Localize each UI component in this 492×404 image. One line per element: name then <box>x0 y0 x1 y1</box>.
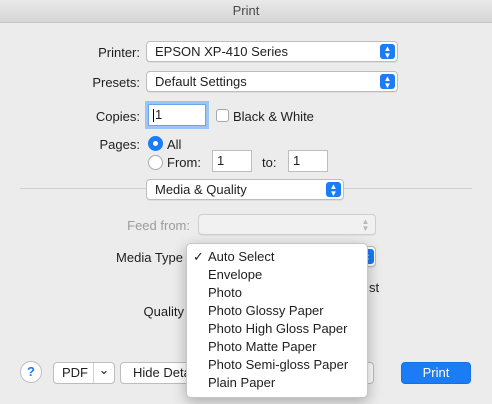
section-popup[interactable]: Media & Quality ▲ ▼ <box>146 179 344 200</box>
presets-popup[interactable]: Default Settings ▲ ▼ <box>146 71 398 92</box>
presets-value: Default Settings <box>155 74 247 89</box>
section-value: Media & Quality <box>155 182 247 197</box>
chevron-down-icon: ⌄ <box>93 363 114 383</box>
quality-label: Quality <box>143 304 184 319</box>
up-down-arrows-icon: ▲▼ <box>361 217 370 233</box>
pdf-menu-button[interactable]: PDF ⌄ <box>53 362 115 384</box>
media-type-option-photo-glossy[interactable]: Photo Glossy Paper <box>187 302 367 320</box>
print-quality-partial-text: st <box>369 280 380 295</box>
window-title: Print <box>0 0 492 23</box>
media-type-option-envelope[interactable]: Envelope <box>187 266 367 284</box>
up-down-arrows-icon: ▲▼ <box>380 74 395 90</box>
media-type-option-photo-matte[interactable]: Photo Matte Paper <box>187 338 367 356</box>
printer-label: Printer: <box>98 45 140 60</box>
pages-from-radio[interactable] <box>148 155 163 170</box>
pdf-label: PDF <box>62 365 88 380</box>
copies-label: Copies: <box>95 109 140 124</box>
up-down-arrows-icon: ▲▼ <box>380 44 395 60</box>
printer-popup[interactable]: EPSON XP-410 Series ▲ ▼ <box>146 41 398 62</box>
media-type-label: Media Type <box>116 250 183 265</box>
pages-label: Pages: <box>99 137 140 152</box>
media-type-option-photo-semi-gloss[interactable]: Photo Semi-gloss Paper <box>187 356 367 374</box>
presets-label: Presets: <box>92 75 140 90</box>
pages-from-input[interactable]: 1 <box>212 150 252 172</box>
media-type-menu: ✓ Auto Select Envelope Photo Photo Gloss… <box>186 243 368 398</box>
print-button[interactable]: Print <box>401 362 471 384</box>
media-type-option-plain-paper[interactable]: Plain Paper <box>187 374 367 392</box>
pages-from-label: From: <box>167 155 201 170</box>
pages-all-radio[interactable] <box>148 136 163 151</box>
pages-to-label: to: <box>262 155 277 170</box>
pages-all-label: All <box>167 137 182 152</box>
checkmark-icon: ✓ <box>193 249 204 264</box>
copies-input[interactable]: 1 <box>148 104 206 126</box>
feed-from-label: Feed from: <box>127 218 190 233</box>
up-down-arrows-icon: ▲▼ <box>326 182 341 198</box>
feed-from-popup[interactable]: ▲ ▼ <box>198 214 376 235</box>
help-button[interactable]: ? <box>20 361 42 383</box>
pages-to-input[interactable]: 1 <box>288 150 328 172</box>
media-type-option-photo[interactable]: Photo <box>187 284 367 302</box>
media-type-option-auto-select[interactable]: ✓ Auto Select <box>187 248 367 266</box>
copies-value: 1 <box>155 107 163 122</box>
text-cursor <box>153 109 154 123</box>
black-white-label: Black & White <box>233 109 314 124</box>
media-type-option-photo-high-gloss[interactable]: Photo High Gloss Paper <box>187 320 367 338</box>
black-white-checkbox[interactable] <box>216 109 229 122</box>
printer-value: EPSON XP-410 Series <box>155 44 288 59</box>
